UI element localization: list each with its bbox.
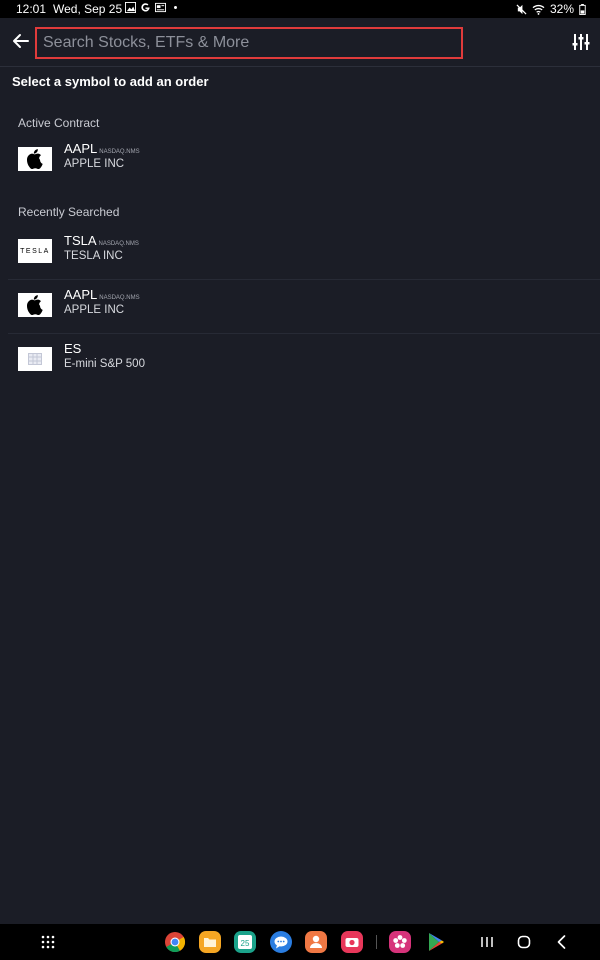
wifi-icon <box>532 4 545 15</box>
exchange: NASDAQ.NMS <box>98 241 139 247</box>
play-store-icon[interactable] <box>424 931 446 953</box>
status-date: Wed, Sep 25 <box>53 2 123 16</box>
symbol-row: AAPL NASDAQ.NMS <box>64 287 140 302</box>
section-title-recently-searched: Recently Searched <box>18 205 120 219</box>
symbol: ES <box>64 341 82 356</box>
google-icon <box>141 3 150 12</box>
list-item-recent-es[interactable]: ES E-mini S&P 500 <box>8 334 600 387</box>
tesla-logo-icon: TESLA <box>18 239 52 263</box>
calendar-day: 25 <box>241 939 250 948</box>
messages-icon[interactable] <box>270 931 292 953</box>
company-name: APPLE INC <box>64 304 125 316</box>
company-name: E-mini S&P 500 <box>64 358 145 370</box>
battery-percent: 32% <box>549 2 574 16</box>
contacts-icon[interactable] <box>305 931 327 953</box>
top-app-bar <box>0 18 600 67</box>
symbol: AAPL <box>64 141 98 156</box>
home-icon[interactable] <box>513 931 535 953</box>
company-name: APPLE INC <box>64 158 125 170</box>
list-item-recent-aapl[interactable]: AAPL NASDAQ.NMS APPLE INC <box>8 280 600 334</box>
symbol: AAPL <box>64 287 98 302</box>
dot-icon <box>174 6 177 9</box>
status-time: 12:01 <box>16 2 47 16</box>
list-item-active-aapl[interactable]: AAPL NASDAQ.NMS APPLE INC <box>8 134 600 187</box>
system-navigation-bar: 25 <box>0 924 600 960</box>
company-name: TESLA INC <box>64 250 123 262</box>
list-item-recent-tsla[interactable]: TESLA TSLA NASDAQ.NMS TESLA INC <box>8 226 600 280</box>
search-box[interactable] <box>35 27 463 59</box>
news-notification-icon <box>155 2 166 13</box>
mute-icon <box>516 3 527 15</box>
calendar-icon[interactable]: 25 <box>234 931 256 953</box>
camera-app-icon[interactable] <box>341 931 363 953</box>
notification-icons <box>125 2 181 13</box>
tesla-logo-text: TESLA <box>20 247 50 255</box>
filter-sliders-icon[interactable] <box>571 32 591 52</box>
files-icon[interactable] <box>199 931 221 953</box>
symbol-row: TSLA NASDAQ.NMS <box>64 233 139 248</box>
back-arrow-icon[interactable] <box>10 30 32 52</box>
nav-divider <box>376 935 377 949</box>
battery-icon <box>579 3 586 15</box>
futures-grid-icon <box>18 347 52 371</box>
exchange: NASDAQ.NMS <box>99 295 140 301</box>
apple-logo-icon <box>18 293 52 317</box>
image-notification-icon <box>125 2 136 13</box>
search-input[interactable] <box>37 29 461 57</box>
flower-app-icon[interactable] <box>389 931 411 953</box>
status-bar: 12:01 Wed, Sep 25 32% <box>0 0 600 18</box>
section-title-active-contract: Active Contract <box>18 116 100 130</box>
app-drawer-icon[interactable] <box>37 931 59 953</box>
symbol-row: ES <box>64 341 81 356</box>
status-right: 32% <box>516 2 586 16</box>
symbol-row: AAPL NASDAQ.NMS <box>64 141 140 156</box>
apple-logo-icon <box>18 147 52 171</box>
symbol: TSLA <box>64 233 97 248</box>
chrome-icon[interactable] <box>164 931 186 953</box>
recent-apps-icon[interactable] <box>476 931 498 953</box>
nav-back-icon[interactable] <box>551 931 573 953</box>
exchange: NASDAQ.NMS <box>99 149 140 155</box>
page-instruction: Select a symbol to add an order <box>12 74 209 89</box>
